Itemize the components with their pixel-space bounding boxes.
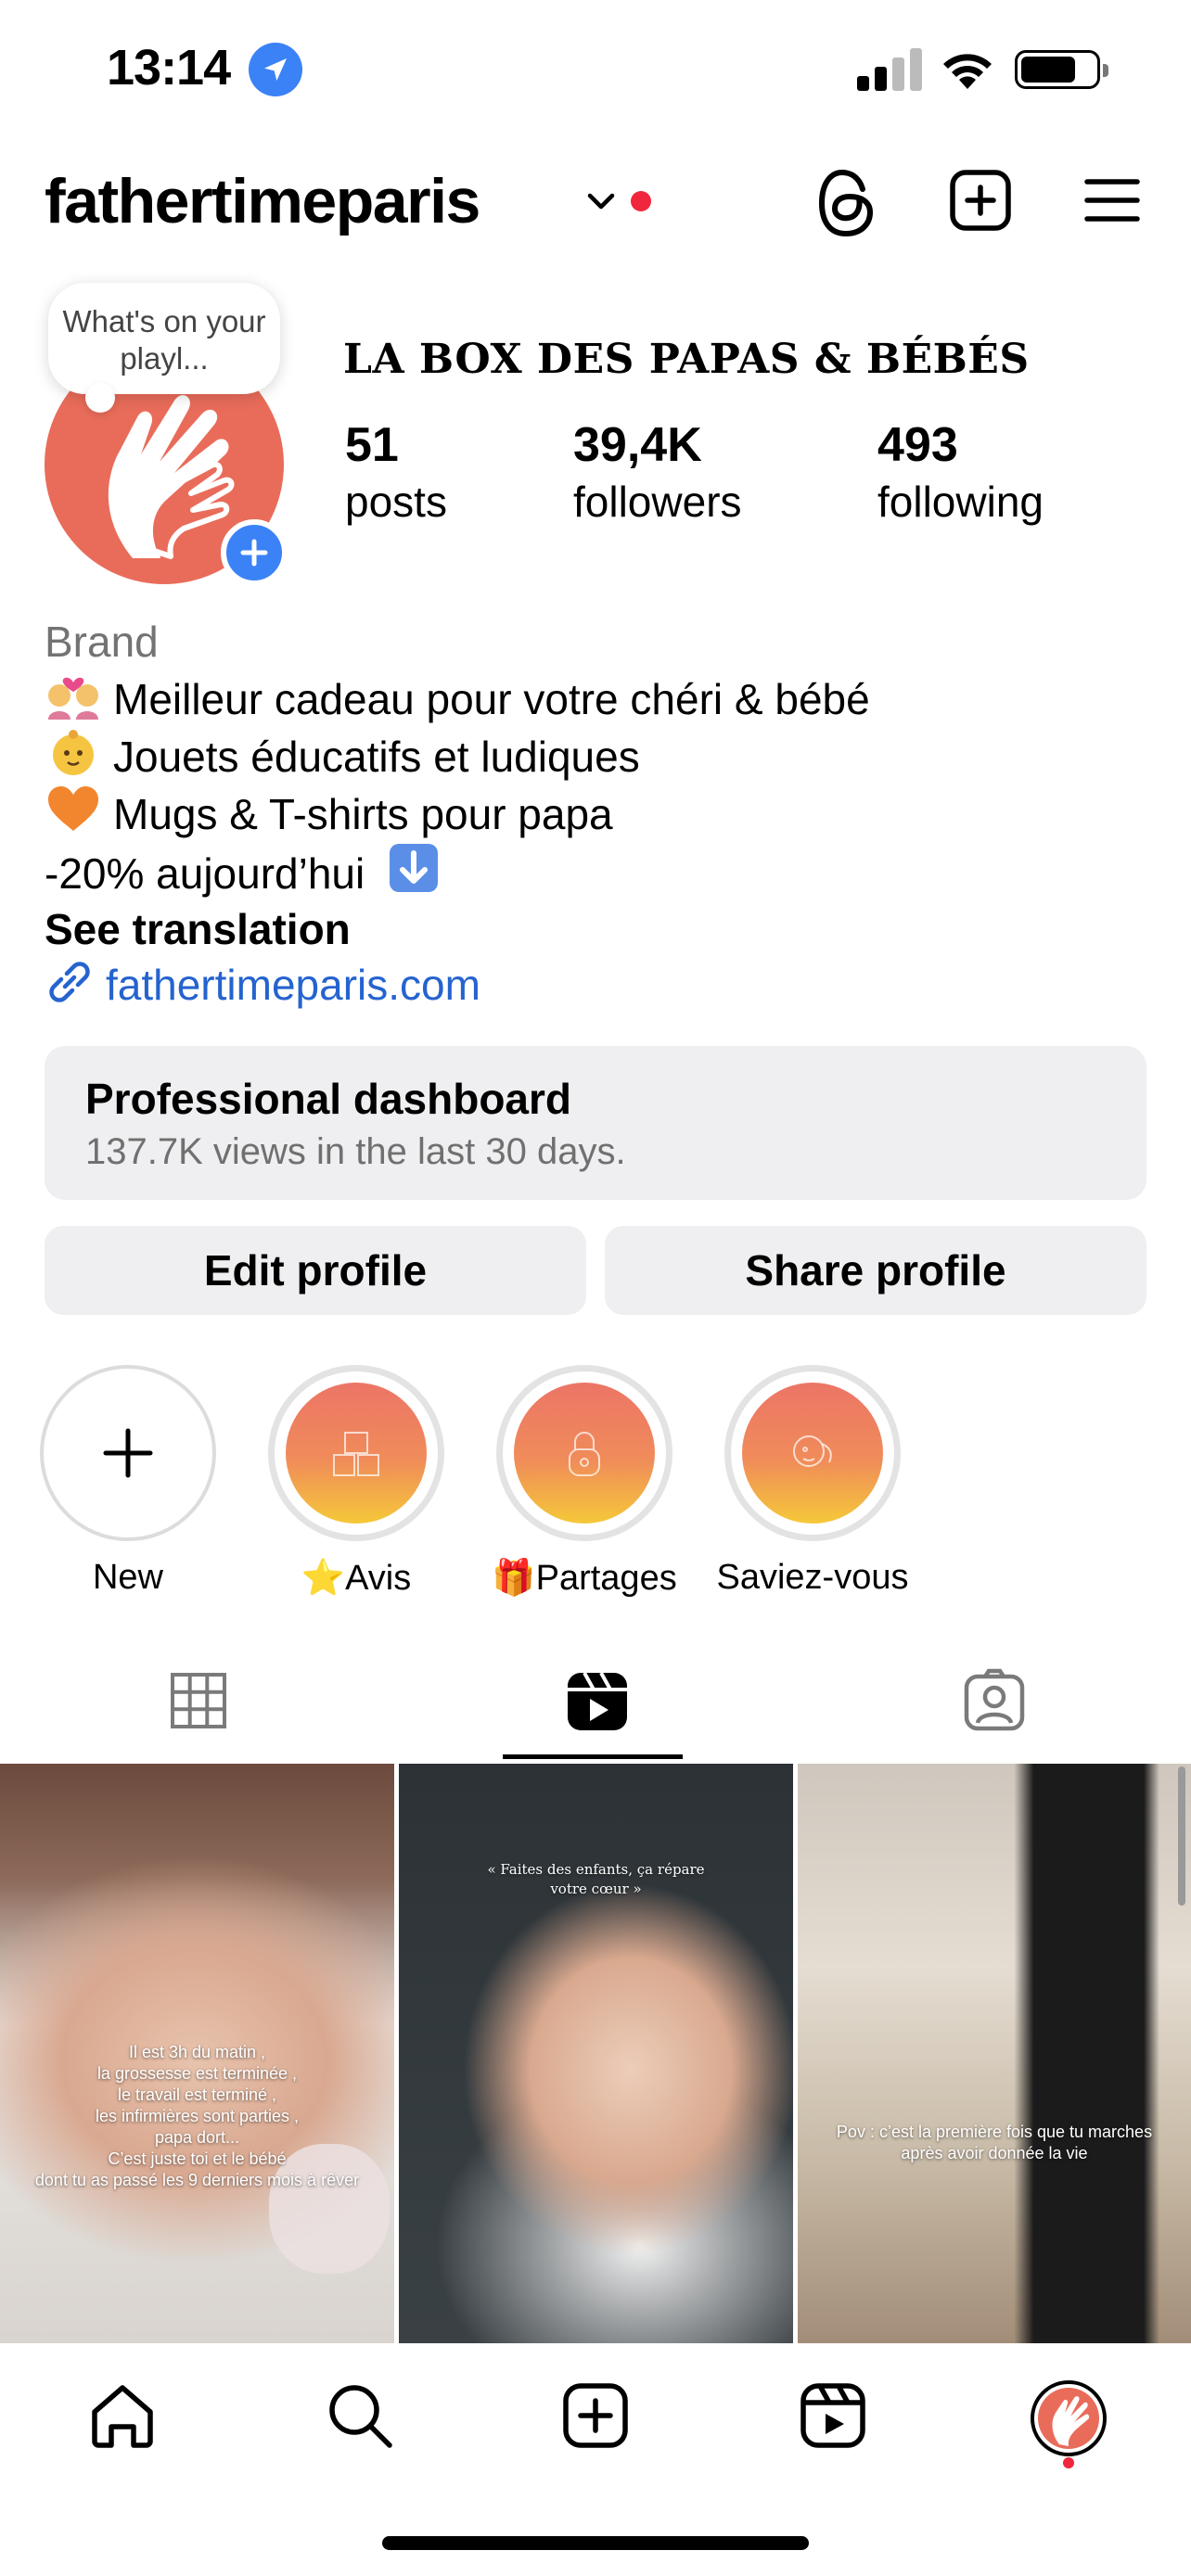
couple-heart-icon [48,677,98,720]
threads-icon[interactable] [814,167,879,239]
reel-thumbnail[interactable]: Pov : c’est la première fois que tu marc… [798,1764,1191,2343]
profile-nav-avatar[interactable] [1030,2379,1108,2457]
reels-icon [568,1672,627,1730]
tagged-person-icon [964,1668,1025,1731]
reel-thumbnail[interactable]: « Faites des enfants, ça répare votre cœ… [399,1764,793,2343]
see-translation-link[interactable]: See translation [45,901,1158,957]
edit-profile-button[interactable]: Edit profile [45,1226,586,1315]
bio: Brand Meilleur cadeau pour votre chéri &… [45,614,1158,1013]
username-switcher[interactable]: fathertimeparis [45,165,480,237]
orange-heart-icon [48,786,98,831]
tab-reels[interactable] [397,1651,794,1758]
display-name: LA BOX DES PAPAS & BÉBÉS [343,336,1030,383]
reels-grid: Il est 3h du matin , la grossesse est te… [0,1764,1191,2343]
home-indicator [382,2536,809,2550]
status-time: 13:14 [107,40,231,96]
bio-line: Jouets éducatifs et ludiques [45,727,1158,784]
padlock-icon [569,1432,600,1476]
down-arrow-icon [390,844,439,892]
reel-caption: « Faites des enfants, ça répare votre cœ… [487,1861,705,1897]
location-icon [249,43,302,96]
profile-tabs [0,1651,1191,1762]
reels-nav-icon[interactable] [798,2380,868,2451]
menu-icon[interactable] [1082,167,1143,232]
highlight-partages[interactable]: 🎁Partages [492,1365,677,1599]
highlight-label: New [92,1558,164,1597]
plus-icon [240,539,268,567]
reel-thumbnail[interactable]: Il est 3h du matin , la grossesse est te… [0,1764,394,2343]
dashboard-title: Professional dashboard [85,1075,572,1123]
website-link[interactable]: fathertimeparis.com [45,957,1158,1013]
highlight-label: ⭐Avis [301,1559,412,1598]
note-text: What's on your playl... [62,304,266,376]
posts-count[interactable]: 51 posts [345,417,447,527]
bio-line: -20% aujourd’hui [45,842,1158,901]
wifi-icon [943,54,992,89]
category-label: Brand [45,618,159,666]
status-bar: 13:14 [0,0,1191,139]
note-bubble[interactable]: What's on your playl... [48,283,280,413]
chevron-down-icon[interactable] [584,187,618,215]
active-tab-indicator [503,1754,683,1759]
signal-icon [857,48,922,91]
highlight-label: Saviez-vous [716,1558,909,1597]
scrollbar[interactable] [1178,1766,1185,1906]
battery-icon [1015,50,1108,89]
highlight-new[interactable]: New [40,1365,216,1598]
bio-line: Mugs & T-shirts pour papa [45,784,1158,842]
profile-notification-dot [1063,2457,1074,2468]
create-post-icon[interactable] [948,167,1013,236]
create-icon[interactable] [560,2380,631,2451]
followers-count[interactable]: 39,4K followers [573,417,742,527]
home-icon[interactable] [87,2380,158,2451]
reel-caption: Pov : c’est la première fois que tu marc… [836,2123,1153,2162]
highlight-avis[interactable]: ⭐Avis [268,1365,444,1599]
following-count[interactable]: 493 following [877,417,1044,527]
tab-tagged[interactable] [794,1651,1191,1758]
highlight-saviez-vous[interactable]: Saviez-vous [717,1365,908,1598]
baby-icon [53,730,94,775]
highlight-label: 🎁Partages [492,1559,677,1598]
share-profile-button[interactable]: Share profile [605,1226,1146,1315]
grid-icon [171,1673,226,1728]
add-story-button[interactable] [221,519,288,586]
profile-header: fathertimeparis [0,158,1191,250]
baby-face-icon [793,1435,832,1467]
notification-dot [631,191,651,211]
link-icon [49,962,90,1002]
tab-posts-grid[interactable] [0,1651,397,1758]
professional-dashboard[interactable]: Professional dashboard 137.7K views in t… [45,1046,1146,1200]
dashboard-subtitle: 137.7K views in the last 30 days. [85,1131,626,1172]
boxes-icon [333,1432,379,1476]
plus-icon [103,1428,153,1478]
reel-caption: Il est 3h du matin , la grossesse est te… [34,2043,360,2189]
search-icon[interactable] [325,2380,395,2451]
bio-line: Meilleur cadeau pour votre chéri & bébé [45,670,1158,727]
